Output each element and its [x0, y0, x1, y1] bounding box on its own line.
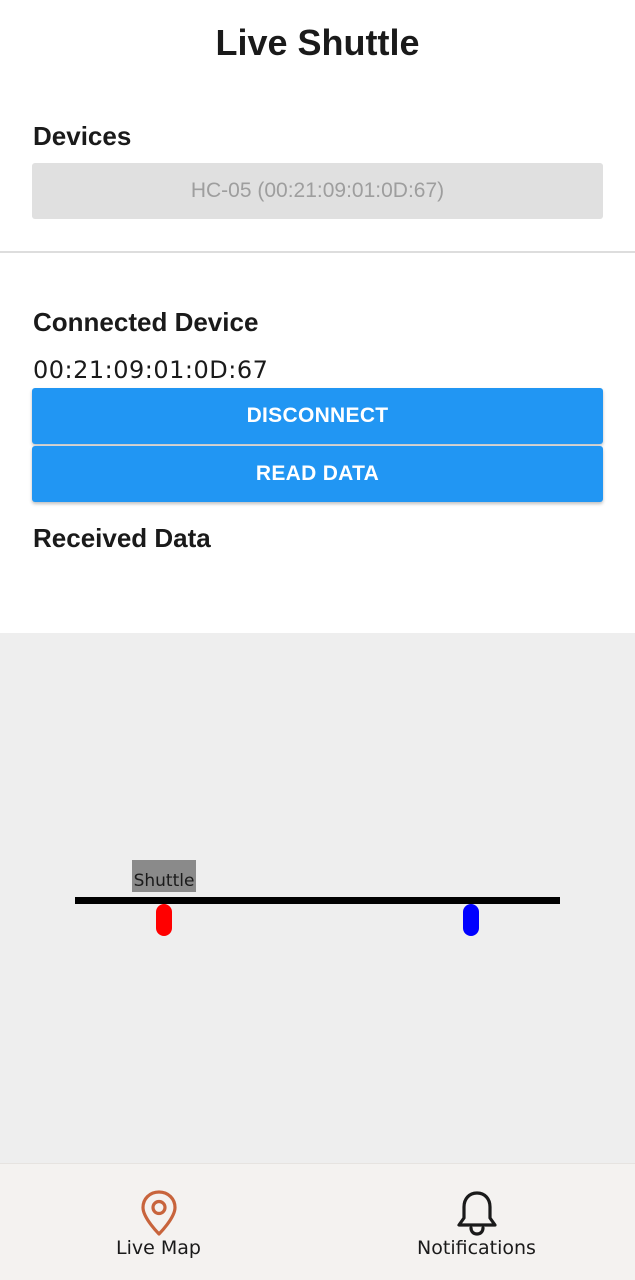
- shuttle-label: Shuttle: [132, 860, 196, 892]
- nav-item-live-map[interactable]: Live Map: [0, 1164, 317, 1280]
- device-dropdown-value: HC-05 (00:21:09:01:0D:67): [190, 179, 445, 202]
- nav-label-notifications: Notifications: [417, 1237, 536, 1259]
- connected-device-heading: Connected Device: [33, 307, 259, 337]
- live-map-area: Shuttle: [0, 633, 635, 1163]
- device-dropdown[interactable]: HC-05 (00:21:09:01:0D:67): [32, 163, 603, 219]
- red-marker: [156, 904, 172, 936]
- section-divider: [0, 251, 635, 253]
- bottom-navigation: Live Map Notifications: [0, 1163, 635, 1280]
- nav-label-live-map: Live Map: [116, 1237, 201, 1259]
- app-screen: Live Shuttle Devices HC-05 (00:21:09:01:…: [0, 0, 635, 1280]
- received-data-heading: Received Data: [33, 523, 211, 553]
- map-pin-icon: [141, 1190, 177, 1236]
- blue-marker: [463, 904, 479, 936]
- connected-device-address: 00:21:09:01:0D:67: [33, 356, 269, 384]
- bell-icon: [457, 1191, 497, 1236]
- disconnect-button[interactable]: DISCONNECT: [32, 388, 603, 444]
- page-title: Live Shuttle: [215, 22, 420, 63]
- nav-item-notifications[interactable]: Notifications: [318, 1164, 635, 1280]
- devices-heading: Devices: [33, 121, 132, 151]
- read-data-button[interactable]: READ DATA: [32, 446, 603, 502]
- shuttle-track: [75, 897, 560, 904]
